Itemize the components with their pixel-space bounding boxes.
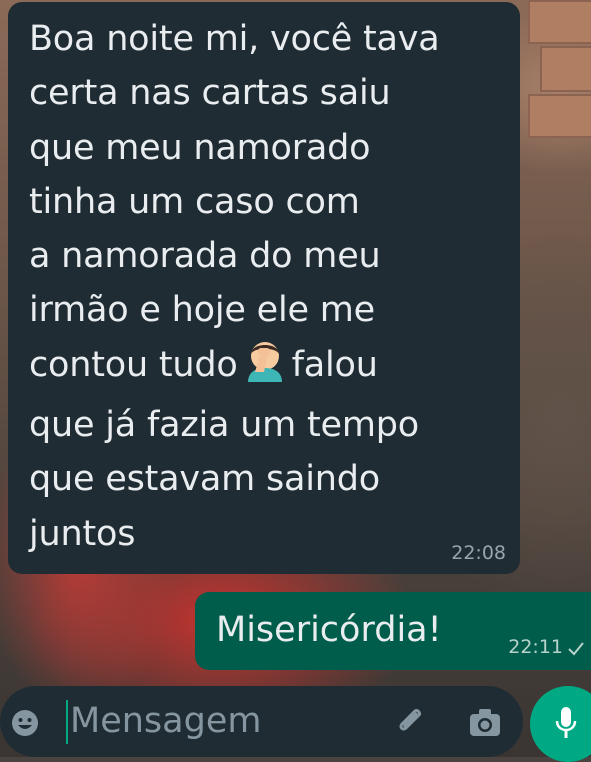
outgoing-message-bubble[interactable]: Misericórdia! 22:11 <box>195 592 591 670</box>
wallpaper-brick <box>528 94 591 138</box>
microphone-icon <box>555 707 577 738</box>
paperclip-icon[interactable] <box>393 704 429 740</box>
incoming-message-text: Boa noite mi, você tava certa nas cartas… <box>29 12 506 561</box>
incoming-message-time: 22:08 <box>451 542 506 564</box>
incoming-message-bubble[interactable]: Boa noite mi, você tava certa nas cartas… <box>8 2 520 574</box>
check-icon <box>568 642 584 656</box>
emoji-icon[interactable] <box>10 708 40 738</box>
message-input[interactable] <box>70 694 370 748</box>
wallpaper-brick <box>528 0 591 44</box>
message-composer <box>0 686 523 757</box>
wallpaper-brick <box>540 46 591 92</box>
camera-icon[interactable] <box>468 706 502 738</box>
face-palm-emoji <box>242 338 288 398</box>
incoming-message-text-part1: Boa noite mi, você tava certa nas cartas… <box>29 19 440 385</box>
text-caret <box>66 700 68 744</box>
outgoing-message-time: 22:11 <box>508 636 563 658</box>
